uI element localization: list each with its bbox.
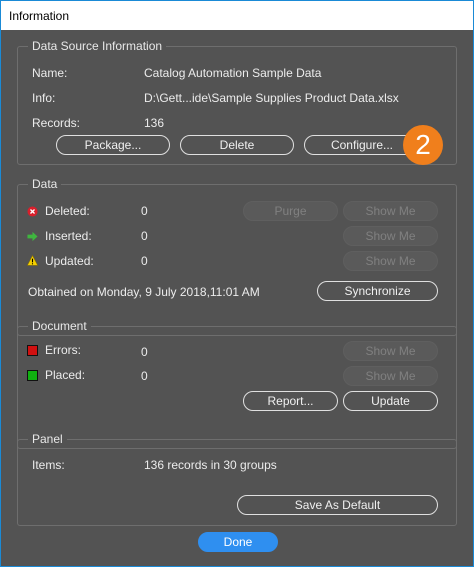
updated-value: 0 (141, 254, 148, 268)
callout-badge: 2 (403, 125, 443, 165)
document-legend: Document (28, 319, 91, 333)
inserted-value: 0 (141, 229, 148, 243)
info-value: D:\Gett...ide\Sample Supplies Product Da… (144, 91, 399, 105)
report-button[interactable]: Report... (243, 391, 338, 411)
purge-button[interactable]: Purge (243, 201, 338, 221)
placed-value: 0 (141, 369, 148, 383)
records-value: 136 (144, 116, 165, 130)
update-button[interactable]: Update (343, 391, 438, 411)
data-group: Data Deleted: 0 Purge Show Me Inserted: … (17, 177, 457, 336)
deleted-icon (27, 206, 38, 217)
placed-show-me-button[interactable]: Show Me (343, 366, 438, 386)
obtained-text: Obtained on Monday, 9 July 2018,11:01 AM (28, 285, 260, 299)
window-title: Information (9, 9, 70, 23)
records-label: Records: (32, 116, 81, 130)
dialog-content: Data Source Information Name: Catalog Au… (1, 30, 473, 566)
placed-label: Placed: (45, 368, 86, 382)
updated-show-me-button[interactable]: Show Me (343, 251, 438, 271)
data-source-group: Data Source Information Name: Catalog Au… (17, 39, 457, 165)
items-value: 136 records in 30 groups (144, 458, 277, 472)
placed-swatch-icon (27, 370, 38, 381)
errors-swatch-icon (27, 345, 38, 356)
errors-show-me-button[interactable]: Show Me (343, 341, 438, 361)
info-label: Info: (32, 91, 56, 105)
name-value: Catalog Automation Sample Data (144, 66, 322, 80)
panel-legend: Panel (28, 432, 67, 446)
delete-button[interactable]: Delete (180, 135, 294, 155)
name-label: Name: (32, 66, 68, 80)
arrow-right-icon (27, 231, 38, 242)
done-button[interactable]: Done (198, 532, 278, 552)
inserted-show-me-button[interactable]: Show Me (343, 226, 438, 246)
deleted-label: Deleted: (45, 204, 90, 218)
synchronize-button[interactable]: Synchronize (317, 281, 438, 301)
save-as-default-button[interactable]: Save As Default (237, 495, 438, 515)
information-dialog: Information Data Source Information Name… (0, 0, 474, 567)
title-bar: Information (1, 1, 473, 30)
deleted-show-me-button[interactable]: Show Me (343, 201, 438, 221)
package-button[interactable]: Package... (56, 135, 170, 155)
updated-label: Updated: (45, 254, 94, 268)
inserted-label: Inserted: (45, 229, 92, 243)
panel-group: Panel Items: 136 records in 30 groups Sa… (17, 432, 457, 526)
data-legend: Data (28, 177, 62, 191)
document-group: Document Errors: 0 Show Me Placed: 0 Sho… (17, 319, 457, 449)
warning-icon (27, 255, 38, 266)
errors-label: Errors: (45, 343, 81, 357)
deleted-value: 0 (141, 204, 148, 218)
errors-value: 0 (141, 345, 148, 359)
items-label: Items: (32, 458, 65, 472)
data-source-legend: Data Source Information (28, 39, 167, 53)
